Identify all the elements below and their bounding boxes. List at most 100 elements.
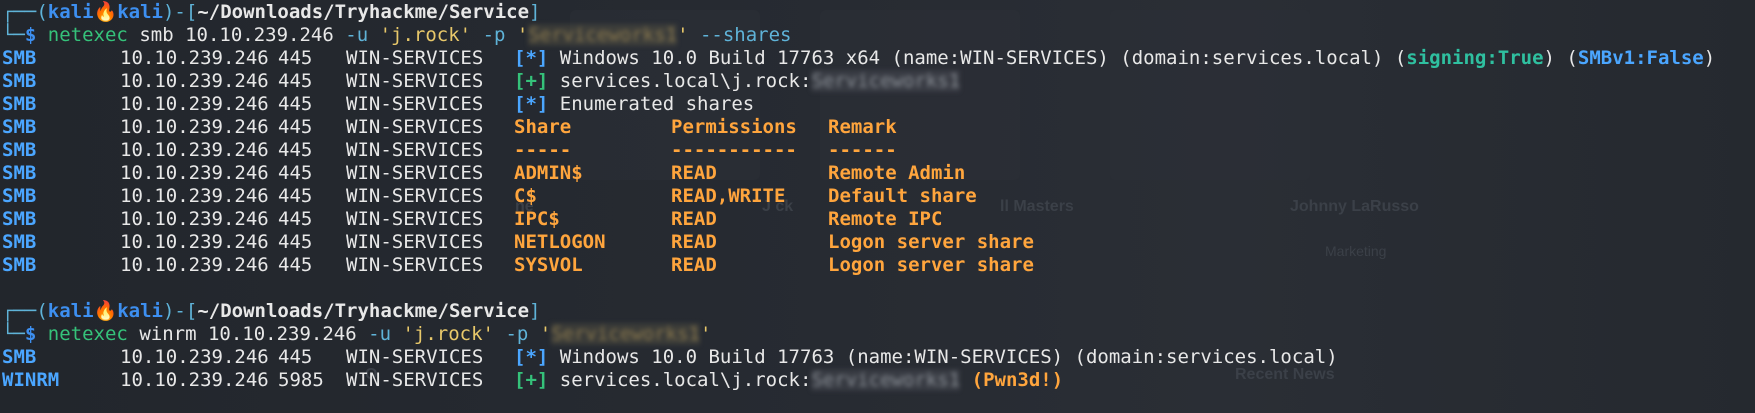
prompt-path: ~/Downloads/Tryhackme/Service bbox=[197, 1, 530, 23]
port: 445 bbox=[278, 231, 313, 253]
command-user: 'j.rock' bbox=[379, 24, 472, 46]
redacted-password: Serviceworks1 bbox=[528, 24, 678, 46]
proto-label: SMB bbox=[2, 231, 37, 253]
prompt-user: kali bbox=[47, 300, 94, 322]
message: [*] Enumerated shares bbox=[514, 93, 754, 116]
share-row: SMB 10.10.239.246 445 WIN-SERVICES SYSVO… bbox=[2, 254, 1034, 277]
hostname: WIN-SERVICES bbox=[346, 70, 484, 92]
ip-address: 10.10.239.246 bbox=[120, 369, 269, 391]
prompt-line: ┌──(kali🔥kali)-[~/Downloads/Tryhackme/Se… bbox=[2, 300, 541, 323]
ip-address: 10.10.239.246 bbox=[120, 231, 269, 253]
hostname: WIN-SERVICES bbox=[346, 208, 484, 230]
proto-label: SMB bbox=[2, 116, 37, 138]
pwned-badge: (Pwn3d!) bbox=[971, 369, 1064, 391]
share-remark: Remote Admin bbox=[828, 162, 966, 184]
message-text: services.local\j.rock: bbox=[559, 70, 812, 92]
hostname: WIN-SERVICES bbox=[346, 47, 484, 69]
command-program: netexec bbox=[47, 24, 128, 46]
share-name: ADMIN$ bbox=[514, 162, 583, 184]
proto-label: SMB bbox=[2, 93, 37, 115]
command-args: smb 10.10.239.246 bbox=[139, 24, 334, 46]
port: 445 bbox=[278, 346, 313, 368]
permissions-column-header: Permissions bbox=[671, 116, 797, 138]
prompt-paren: )-[ bbox=[162, 1, 198, 23]
ip-address: 10.10.239.246 bbox=[120, 47, 269, 69]
share-remark: Logon server share bbox=[828, 231, 1034, 253]
status-tag: [*] bbox=[514, 93, 549, 115]
remark-column-header: Remark bbox=[828, 116, 897, 138]
command-flag: -p bbox=[505, 323, 529, 345]
quote: ' bbox=[539, 323, 552, 345]
ip-address: 10.10.239.246 bbox=[120, 185, 269, 207]
hostname: WIN-SERVICES bbox=[346, 254, 484, 276]
prompt-corner: └─ bbox=[2, 323, 25, 345]
separator: ----------- bbox=[671, 139, 797, 161]
port: 445 bbox=[278, 70, 313, 92]
prompt-paren: ( bbox=[36, 300, 48, 322]
share-name: C$ bbox=[514, 185, 537, 207]
status-tag: [*] bbox=[514, 346, 549, 368]
ip-address: 10.10.239.246 bbox=[120, 208, 269, 230]
share-permissions: READ bbox=[671, 162, 717, 184]
message-text: services.local\j.rock: bbox=[559, 369, 812, 391]
command-line[interactable]: └─$ netexec smb 10.10.239.246 -u 'j.rock… bbox=[2, 24, 792, 47]
command-flag: -p bbox=[482, 24, 506, 46]
prompt-dollar: $ bbox=[24, 24, 37, 46]
hostname: WIN-SERVICES bbox=[346, 346, 484, 368]
quote: ' bbox=[677, 24, 689, 46]
share-row: SMB 10.10.239.246 445 WIN-SERVICES C$ RE… bbox=[2, 185, 977, 208]
message-text: ) ( bbox=[1543, 47, 1578, 69]
output-row: SMB 10.10.239.246 445 WIN-SERVICES [*] E… bbox=[2, 93, 754, 116]
hostname: WIN-SERVICES bbox=[346, 231, 484, 253]
share-remark: Default share bbox=[828, 185, 977, 207]
share-permissions: READ,WRITE bbox=[671, 185, 786, 207]
terminal-window[interactable]: ne J ck ll Masters Johnny LaRusso Market… bbox=[0, 0, 1755, 413]
prompt-line: ┌──(kali🔥kali)-[~/Downloads/Tryhackme/Se… bbox=[2, 1, 541, 24]
ip-address: 10.10.239.246 bbox=[120, 70, 269, 92]
proto-label: WINRM bbox=[2, 369, 60, 391]
proto-label: SMB bbox=[2, 47, 37, 69]
proto-label: SMB bbox=[2, 162, 37, 184]
message: [*] Windows 10.0 Build 17763 (name:WIN-S… bbox=[514, 346, 1338, 369]
proto-label: SMB bbox=[2, 208, 37, 230]
prompt-dollar: $ bbox=[24, 323, 37, 345]
output-row: SMB 10.10.239.246 445 WIN-SERVICES [*] W… bbox=[2, 47, 1715, 70]
command-args: winrm 10.10.239.246 bbox=[139, 323, 357, 345]
output-row: WINRM 10.10.239.246 5985 WIN-SERVICES [+… bbox=[2, 369, 1063, 392]
prompt-corner: ┌── bbox=[2, 1, 37, 23]
message: [+] services.local\j.rock:Serviceworks1 … bbox=[514, 369, 1063, 392]
share-permissions: READ bbox=[671, 208, 717, 230]
ip-address: 10.10.239.246 bbox=[120, 254, 269, 276]
command-line[interactable]: └─$ netexec winrm 10.10.239.246 -u 'j.ro… bbox=[2, 323, 711, 346]
background-name: Johnny LaRusso bbox=[1290, 198, 1419, 215]
message: [+] services.local\j.rock:Serviceworks1 bbox=[514, 70, 961, 93]
redacted-password: Serviceworks1 bbox=[551, 323, 700, 345]
share-permissions: READ bbox=[671, 254, 717, 276]
prompt-path: ~/Downloads/Tryhackme/Service bbox=[197, 300, 530, 322]
proto-label: SMB bbox=[2, 254, 37, 276]
port: 445 bbox=[278, 93, 313, 115]
share-row: SMB 10.10.239.246 445 WIN-SERVICES IPC$ … bbox=[2, 208, 942, 231]
share-name: NETLOGON bbox=[514, 231, 606, 253]
signing-flag: signing:True bbox=[1406, 47, 1544, 69]
message-text: ) bbox=[1703, 47, 1716, 69]
shares-separator-row: SMB 10.10.239.246 445 WIN-SERVICES -----… bbox=[2, 139, 897, 162]
proto-label: SMB bbox=[2, 346, 37, 368]
proto-label: SMB bbox=[2, 185, 37, 207]
command-flag: -u bbox=[345, 24, 369, 46]
smbv1-flag: SMBv1:False bbox=[1577, 47, 1704, 69]
ip-address: 10.10.239.246 bbox=[120, 346, 269, 368]
prompt-bracket: ] bbox=[529, 300, 541, 322]
share-column-header: Share bbox=[514, 116, 572, 138]
output-row: SMB 10.10.239.246 445 WIN-SERVICES [+] s… bbox=[2, 70, 961, 93]
hostname: WIN-SERVICES bbox=[346, 93, 484, 115]
background-role: Marketing bbox=[1325, 243, 1387, 259]
port: 445 bbox=[278, 185, 313, 207]
background-photo bbox=[1110, 10, 1310, 180]
share-permissions: READ bbox=[671, 231, 717, 253]
hostname: WIN-SERVICES bbox=[346, 162, 484, 184]
quote: ' bbox=[699, 323, 712, 345]
port: 445 bbox=[278, 139, 313, 161]
port: 445 bbox=[278, 254, 313, 276]
redacted-password: Serviceworks1 bbox=[811, 70, 961, 92]
